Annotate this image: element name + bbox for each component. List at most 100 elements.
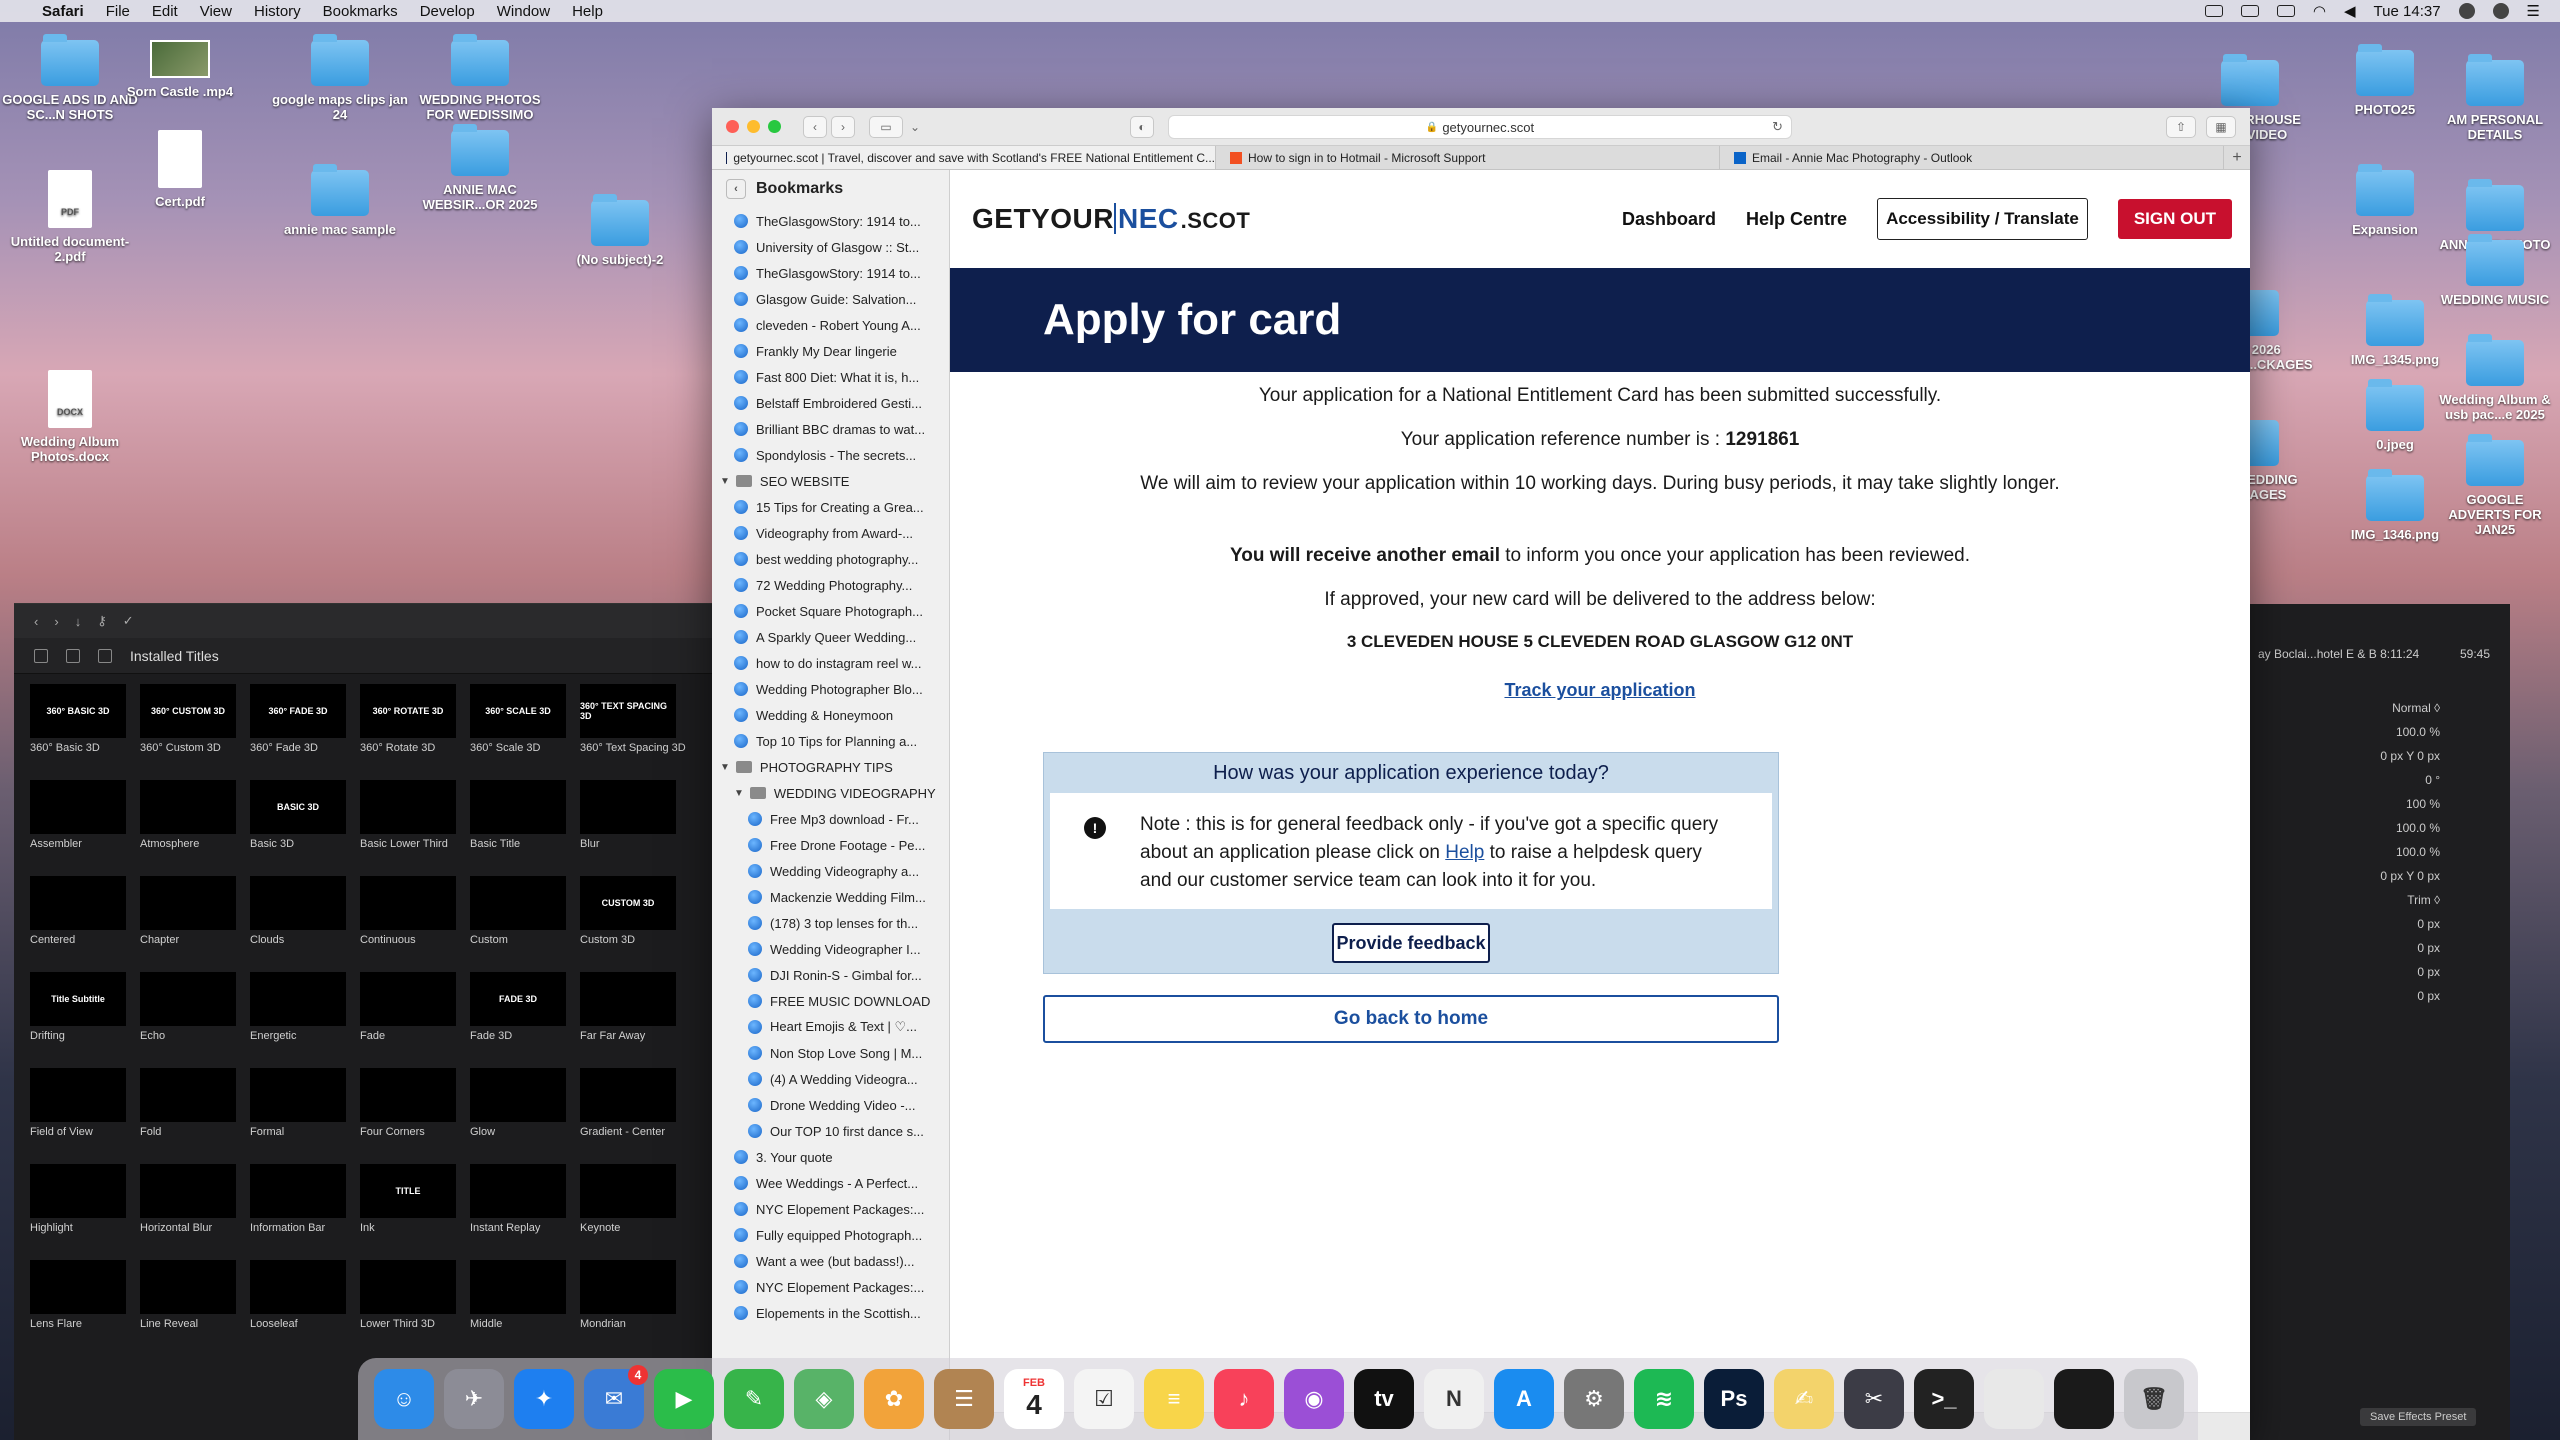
bookmark-item[interactable]: (178) 3 top lenses for th... [712,910,949,936]
bookmark-item[interactable]: Free Mp3 download - Fr... [712,806,949,832]
titles-icon[interactable] [98,648,112,663]
title-template[interactable]: Fade [360,972,470,1062]
back-button[interactable]: ‹ [803,115,827,138]
bookmark-folder[interactable]: ▼ WEDDING VIDEOGRAPHY [712,780,949,806]
forward-button[interactable]: › [831,115,855,138]
sidebar-toggle-button[interactable]: ▭ [869,115,903,138]
title-template[interactable]: Formal [250,1068,360,1158]
bookmark-item[interactable]: TheGlasgowStory: 1914 to... [712,208,949,234]
control-center-icon[interactable] [2492,3,2509,19]
bookmark-item[interactable]: Fully equipped Photograph... [712,1222,949,1248]
inspector-row[interactable]: Trim ◊ [2250,888,2510,912]
menu-develop[interactable]: Develop [420,3,475,20]
title-template[interactable]: Fold [140,1068,250,1158]
inspector-row[interactable]: 0 px [2250,984,2510,1008]
browser-tab[interactable]: How to sign in to Hotmail - Microsoft Su… [1216,146,1720,169]
title-template[interactable]: Clouds [250,876,360,966]
nav-dashboard-link[interactable]: Dashboard [1622,209,1716,230]
dock-final-cut-pro-icon[interactable]: ✂ [1844,1369,1904,1429]
title-template[interactable]: Far Far Away [580,972,690,1062]
screen-mirroring-icon[interactable] [2204,5,2223,17]
title-template[interactable]: Mondrian [580,1260,690,1350]
menu-app-name[interactable]: Safari [42,3,84,20]
dock-reminders-icon[interactable]: ☑ [1074,1369,1134,1429]
title-template[interactable]: Centered [30,876,140,966]
close-window-button[interactable] [726,120,739,133]
desktop-item[interactable]: WEDDING PHOTOS FOR WEDISSIMO [410,34,550,122]
dock-tv-icon[interactable]: tv [1354,1369,1414,1429]
title-template[interactable]: Basic Title [470,780,580,870]
disclosure-triangle-icon[interactable]: ▼ [720,762,730,773]
provide-feedback-button[interactable]: Provide feedback [1332,923,1490,963]
title-template[interactable]: Energetic [250,972,360,1062]
desktop-item[interactable]: AM PERSONAL DETAILS [2435,54,2555,142]
dock-spotify-icon[interactable]: ≋ [1634,1369,1694,1429]
menu-clock[interactable]: Tue 14:37 [2374,3,2441,20]
dock-calendar-icon[interactable]: FEB 4 [1004,1369,1064,1429]
download-icon[interactable]: ↓ [75,614,82,629]
title-template[interactable]: Four Corners [360,1068,470,1158]
dock-facetime-icon[interactable]: ▶ [654,1369,714,1429]
sign-out-button[interactable]: SIGN OUT [2117,199,2232,239]
inspector-row[interactable]: 0 px Y 0 px [2250,864,2510,888]
title-template[interactable]: Assembler [30,780,140,870]
bookmark-item[interactable]: FREE MUSIC DOWNLOAD [712,988,949,1014]
bookmark-item[interactable]: 72 Wedding Photography... [712,572,949,598]
bookmark-item[interactable]: best wedding photography... [712,546,949,572]
browser-tab[interactable]: Email - Annie Mac Photography - Outlook [1720,146,2224,169]
dock-system-preferences-icon[interactable]: ⚙ [1564,1369,1624,1429]
bookmark-item[interactable]: Wedding Videographer I... [712,936,949,962]
desktop-item[interactable]: DOCX Wedding Album Photos.docx [0,370,140,464]
bookmark-item[interactable]: TheGlasgowStory: 1914 to... [712,260,949,286]
minimize-window-button[interactable] [747,120,760,133]
inspector-row[interactable]: 100 % [2250,792,2510,816]
dock-photos-icon[interactable]: ✿ [864,1369,924,1429]
inspector-row[interactable]: 0 px [2250,960,2510,984]
title-template[interactable]: Line Reveal [140,1260,250,1350]
title-template[interactable]: Glow [470,1068,580,1158]
dock-document-icon[interactable] [1984,1369,2044,1429]
bookmark-item[interactable]: Non Stop Love Song | M... [712,1040,949,1066]
menu-help[interactable]: Help [572,3,603,20]
dock-photoshop-icon[interactable]: Ps [1704,1369,1764,1429]
dock-podcasts-icon[interactable]: ◉ [1284,1369,1344,1429]
bookmark-item[interactable]: A Sparkly Queer Wedding... [712,624,949,650]
title-template[interactable]: Blur [580,780,690,870]
dock-mail-icon[interactable]: ✉ 4 [584,1365,648,1429]
bookmark-item[interactable]: Glasgow Guide: Salvation... [712,286,949,312]
bookmark-item[interactable]: Top 10 Tips for Planning a... [712,728,949,754]
bookmark-item[interactable]: NYC Elopement Packages:... [712,1196,949,1222]
bookmark-item[interactable]: Mackenzie Wedding Film... [712,884,949,910]
title-template[interactable]: Title Subtitle Drifting [30,972,140,1062]
dock-notes-icon[interactable]: ≡ [1144,1369,1204,1429]
title-template[interactable]: TITLE Ink [360,1164,470,1254]
bookmark-folder[interactable]: ▼ SEO WEBSITE [712,468,949,494]
title-template[interactable]: 360° BASIC 3D 360° Basic 3D [30,684,140,774]
bookmark-item[interactable]: Heart Emojis & Text | ♡... [712,1014,949,1040]
title-template[interactable]: Custom [470,876,580,966]
bookmark-item[interactable]: Free Drone Footage - Pe... [712,832,949,858]
bookmark-item[interactable]: Wedding Photographer Blo... [712,676,949,702]
help-link[interactable]: Help [1445,842,1484,863]
bookmark-item[interactable]: Wee Weddings - A Perfect... [712,1170,949,1196]
dock-photoshop-file-icon[interactable] [2054,1369,2114,1429]
bookmark-item[interactable]: Fast 800 Diet: What it is, h... [712,364,949,390]
zoom-window-button[interactable] [768,120,781,133]
disclosure-triangle-icon[interactable]: ▼ [734,788,744,799]
bookmark-item[interactable]: Wedding Videography a... [712,858,949,884]
title-template[interactable]: CUSTOM 3D Custom 3D [580,876,690,966]
disclosure-triangle-icon[interactable]: ▼ [720,476,730,487]
title-template[interactable]: BASIC 3D Basic 3D [250,780,360,870]
title-template[interactable]: Horizontal Blur [140,1164,250,1254]
reload-icon[interactable]: ↻ [1772,119,1783,135]
title-template[interactable]: Instant Replay [470,1164,580,1254]
bookmark-item[interactable]: Drone Wedding Video -... [712,1092,949,1118]
bookmark-item[interactable]: DJI Ronin-S - Gimbal for... [712,962,949,988]
privacy-shield-icon[interactable]: ◐ [1130,116,1154,138]
dock-contacts-icon[interactable]: ☰ [934,1369,994,1429]
bookmark-item[interactable]: 15 Tips for Creating a Grea... [712,494,949,520]
inspector-row[interactable]: 0 px Y 0 px [2250,744,2510,768]
inspector-row[interactable]: 100.0 % [2250,720,2510,744]
go-back-home-button[interactable]: Go back to home [1043,995,1779,1043]
track-application-link[interactable]: Track your application [1504,680,1695,700]
